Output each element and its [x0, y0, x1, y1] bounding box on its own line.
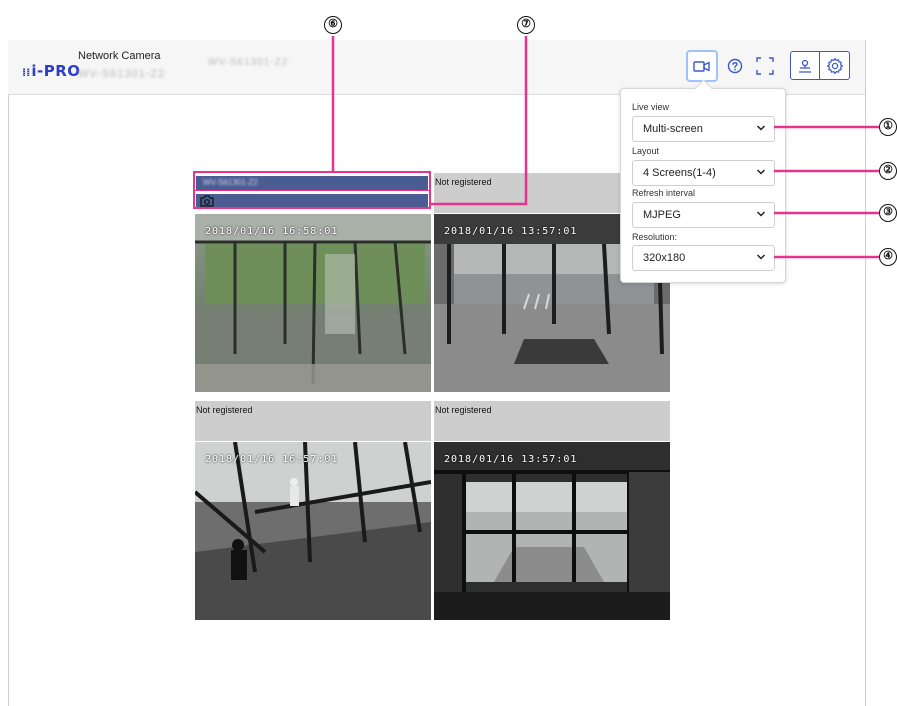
callout-3: ③: [879, 204, 897, 222]
callout-1: ①: [879, 118, 897, 136]
callout-lines: [331, 36, 879, 259]
callout-7: ⑦: [517, 16, 535, 34]
callout-2: ②: [879, 162, 897, 180]
callout-4: ④: [879, 248, 897, 266]
callout-6: ⑥: [324, 16, 342, 34]
